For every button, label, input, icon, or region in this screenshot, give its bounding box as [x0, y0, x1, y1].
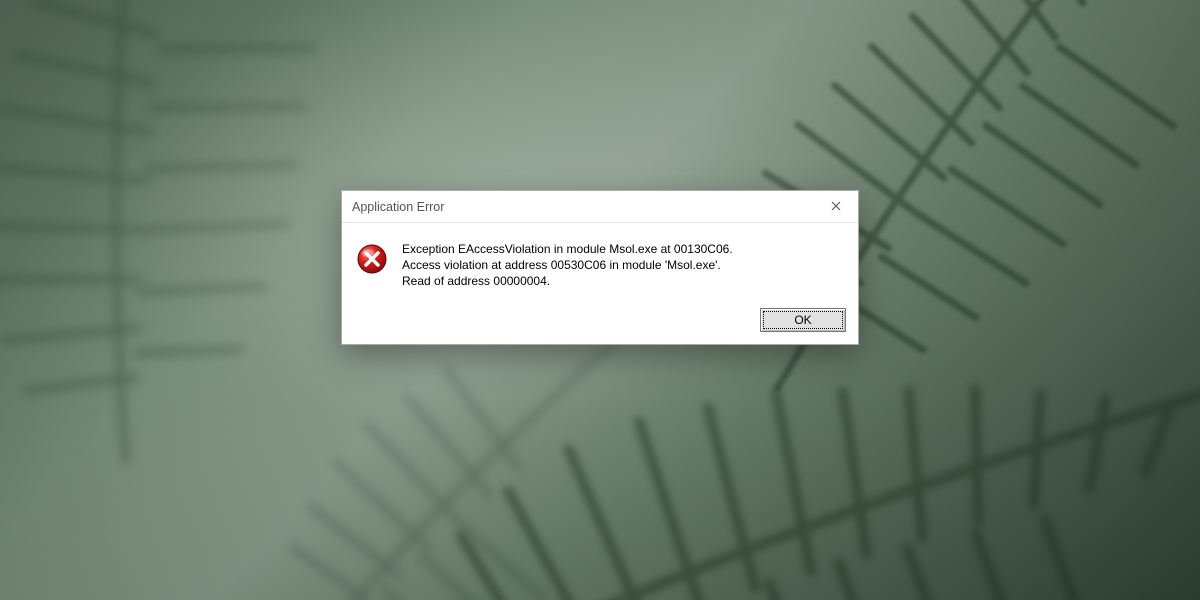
dialog-body: Exception EAccessViolation in module Mso…: [342, 223, 858, 300]
error-dialog: Application Error Ex: [341, 190, 859, 345]
close-icon: [831, 200, 841, 214]
ok-button[interactable]: OK: [760, 308, 846, 332]
dialog-button-row: OK: [342, 300, 858, 344]
error-icon: [356, 243, 388, 275]
close-button[interactable]: [822, 196, 850, 218]
error-message-line: Exception EAccessViolation in module Mso…: [402, 241, 733, 257]
dialog-titlebar[interactable]: Application Error: [342, 191, 858, 223]
error-message-line: Access violation at address 00530C06 in …: [402, 257, 733, 273]
error-message: Exception EAccessViolation in module Mso…: [402, 241, 733, 290]
error-message-line: Read of address 00000004.: [402, 273, 733, 289]
dialog-title: Application Error: [352, 200, 444, 214]
